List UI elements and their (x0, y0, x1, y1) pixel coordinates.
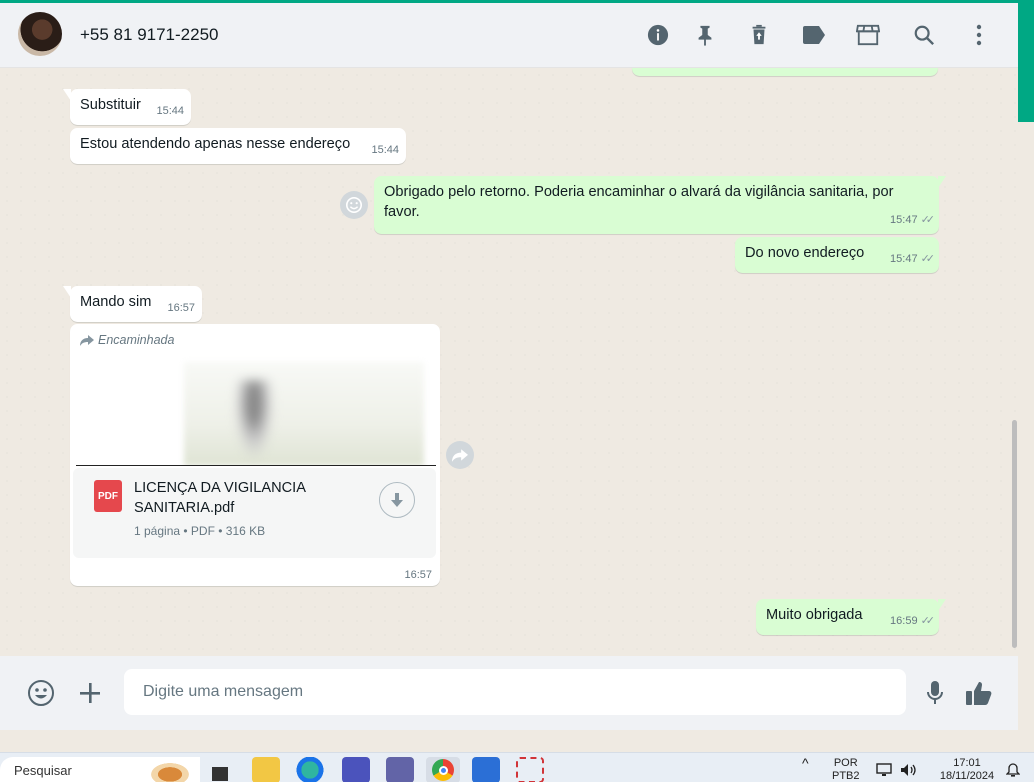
double-check-icon: ✓✓ (920, 615, 936, 627)
message-time: 16:57 (404, 569, 432, 581)
message-time: 15:44 (156, 105, 184, 117)
scrollbar[interactable] (1012, 420, 1017, 648)
attach-plus-icon[interactable] (75, 678, 105, 708)
more-icon[interactable] (967, 23, 991, 47)
composer-bar (0, 656, 1018, 730)
message-input[interactable] (124, 669, 906, 715)
teams-icon[interactable] (342, 757, 370, 782)
forward-arrow-icon (80, 334, 94, 346)
message-incoming[interactable]: Substituir 15:44 (63, 89, 191, 125)
document-preview[interactable] (74, 354, 436, 466)
forward-icon (452, 448, 468, 462)
microphone-icon[interactable] (920, 678, 950, 708)
document-info: 1 página • PDF • 316 KB (134, 524, 266, 538)
pdf-file-icon: PDF (94, 480, 122, 512)
message-time: 15:44 (371, 144, 399, 156)
pin-icon[interactable] (693, 23, 717, 47)
chat-area[interactable]: Substituir 15:44 Estou atendendo apenas … (0, 68, 1018, 656)
task-view-icon[interactable] (206, 757, 234, 782)
clock[interactable]: 17:01 18/11/2024 (936, 757, 998, 782)
edge-browser-icon[interactable] (296, 757, 324, 782)
chat-header: +55 81 9171-2250 (0, 3, 1018, 68)
download-arrow-icon (391, 493, 403, 507)
snipping-tool-icon[interactable] (516, 757, 544, 782)
document-file-name: LICENÇA DA VIGILANCIA SANITARIA.pdf (134, 480, 306, 516)
message-outgoing[interactable]: Obrigado pelo retorno. Poderia encaminha… (374, 176, 946, 234)
message-text: Mando sim (80, 294, 152, 310)
document-attachment[interactable]: PDF LICENÇA DA VIGILANCIA SANITARIA.pdf … (73, 468, 436, 558)
download-button[interactable] (379, 482, 415, 518)
message-time: 16:57 (167, 302, 195, 314)
message-text: Muito obrigada (766, 607, 863, 623)
label-icon[interactable] (802, 23, 826, 47)
message-outgoing[interactable]: Do novo endereço 15:47 ✓✓ (735, 237, 939, 273)
double-check-icon: ✓✓ (920, 214, 936, 226)
message-incoming[interactable]: Estou atendendo apenas nesse endereço 15… (70, 128, 406, 164)
notepad-icon[interactable] (472, 757, 500, 782)
forwarded-label: Encaminhada (80, 333, 174, 347)
teams-classic-icon[interactable] (386, 757, 414, 782)
taskbar-search[interactable]: Pesquisar (0, 757, 200, 782)
forward-button[interactable] (446, 441, 474, 469)
document-message[interactable]: Encaminhada PDF LICENÇA DA VIGILANCIA SA… (70, 324, 440, 586)
message-outgoing[interactable]: Muito obrigada 16:59 ✓✓ (756, 599, 946, 635)
message-text: Substituir (80, 97, 141, 113)
message-text: Estou atendendo apenas nesse endereço (80, 136, 351, 152)
notification-bell-icon[interactable] (1005, 763, 1021, 781)
contact-name[interactable]: +55 81 9171-2250 (80, 25, 219, 45)
message-time: 16:59 (890, 615, 918, 627)
message-time: 15:47 (890, 253, 918, 265)
network-icon[interactable] (876, 763, 894, 781)
message-partial (632, 68, 938, 76)
chevron-up-icon[interactable]: ^ (802, 756, 809, 770)
os-taskbar: Pesquisar ^ POR PTB2 17:01 18/11/2024 (0, 752, 1034, 782)
thumbs-up-icon[interactable] (964, 678, 994, 708)
chrome-icon[interactable] (426, 757, 460, 782)
store-icon[interactable] (856, 23, 880, 47)
search-icon[interactable] (912, 23, 936, 47)
file-explorer-icon[interactable] (252, 757, 280, 782)
taskbar-search-illustration-icon (146, 760, 194, 782)
message-incoming[interactable]: Mando sim 16:57 (63, 286, 202, 322)
message-time: 15:47 (890, 214, 918, 226)
window-side-accent (1018, 0, 1034, 122)
message-text: Do novo endereço (745, 245, 865, 261)
avatar[interactable] (18, 12, 62, 56)
double-check-icon: ✓✓ (920, 253, 936, 265)
message-text: Obrigado pelo retorno. Poderia encaminha… (384, 184, 894, 220)
trash-icon[interactable] (747, 23, 771, 47)
emoji-react-button[interactable] (340, 191, 368, 219)
info-icon[interactable] (646, 23, 670, 47)
emoji-icon[interactable] (26, 678, 56, 708)
language-indicator[interactable]: POR PTB2 (832, 757, 860, 782)
volume-icon[interactable] (900, 763, 918, 781)
